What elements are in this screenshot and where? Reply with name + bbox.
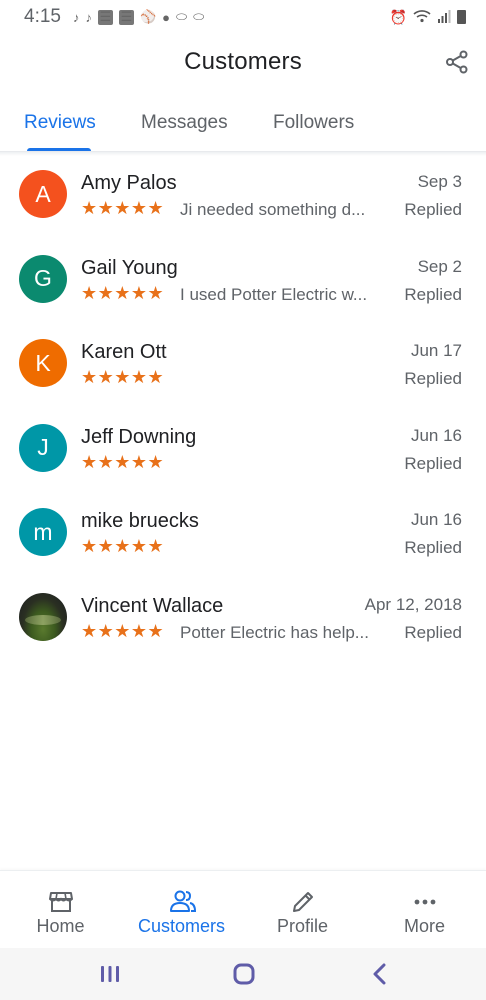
list-item[interactable]: K Karen Ott Jun 17 ★★★★★ Replied	[0, 325, 486, 410]
wifi-icon	[413, 9, 431, 26]
star-rating: ★★★★★	[81, 536, 165, 557]
football-icon: ⬭	[193, 9, 205, 24]
sport-icon: ⚾	[139, 9, 157, 24]
nav-item-customers[interactable]: Customers	[121, 871, 242, 949]
star-rating: ★★★★★	[81, 198, 165, 218]
review-date: Apr 12, 2018	[364, 594, 462, 614]
tab-bar: Reviews Messages Followers	[0, 98, 486, 152]
page-title: Customers	[184, 48, 302, 75]
reviewer-name: Vincent Wallace	[81, 594, 224, 617]
avatar: K	[19, 339, 67, 388]
home-button-icon[interactable]	[230, 960, 258, 988]
alarm-icon: ⏰	[389, 8, 407, 25]
tab-indicator	[27, 148, 91, 151]
system-icons: ⏰	[390, 9, 466, 26]
screen: 4:15 ♪ ♪ ☰ ☰ ⚾ ● ⬭ ⬭ ⏰ Customers Reviews…	[0, 0, 486, 1000]
avatar: m	[19, 508, 67, 557]
signal-icon	[437, 9, 451, 26]
nav-label: Profile	[276, 916, 329, 936]
bottom-navigation: Home Customers Profile More	[0, 870, 486, 948]
reviewer-name: Gail Young	[81, 256, 178, 279]
reply-status: Replied	[404, 622, 462, 642]
pencil-icon	[290, 889, 316, 915]
nav-item-profile[interactable]: Profile	[242, 871, 363, 949]
list-item[interactable]: G Gail Young Sep 2 ★★★★★ I used Potter E…	[0, 241, 486, 326]
review-snippet: Ji needed something d...	[180, 200, 366, 219]
tab-messages[interactable]: Messages	[141, 112, 228, 134]
star-rating: ★★★★★	[81, 282, 165, 303]
review-date: Sep 2	[417, 256, 462, 276]
review-date: Jun 17	[410, 341, 462, 361]
nav-label: More	[403, 916, 445, 936]
review-list: A Amy Palos Sep 3 ★★★★★ Ji needed someth…	[0, 156, 486, 664]
review-snippet: I used Potter Electric w...	[180, 284, 368, 304]
status-bar: 4:15 ♪ ♪ ☰ ☰ ⚾ ● ⬭ ⬭ ⏰	[0, 0, 486, 34]
status-time: 4:15	[24, 6, 61, 27]
reviewer-name: Amy Palos	[81, 172, 177, 194]
reply-status: Replied	[404, 284, 462, 304]
reviewer-name: Karen Ott	[81, 341, 167, 364]
nav-label: Home	[36, 916, 85, 936]
star-rating: ★★★★★	[81, 620, 165, 641]
people-icon	[169, 889, 196, 915]
share-icon[interactable]	[444, 49, 470, 75]
back-icon[interactable]	[366, 960, 394, 988]
reviewer-name: mike bruecks	[81, 510, 199, 533]
nav-item-home[interactable]: Home	[0, 871, 121, 949]
list-item[interactable]: m mike bruecks Jun 16 ★★★★★ Replied	[0, 494, 486, 579]
more-dots-icon	[412, 889, 438, 915]
star-rating: ★★★★★	[81, 367, 165, 388]
nav-item-more[interactable]: More	[364, 871, 485, 949]
app-notification-icon: ☰	[118, 9, 134, 25]
review-date: Jun 16	[410, 425, 462, 445]
tab-followers[interactable]: Followers	[273, 112, 354, 134]
list-item[interactable]: A Amy Palos Sep 3 ★★★★★ Ji needed someth…	[0, 156, 486, 241]
avatar: G	[19, 254, 67, 303]
notification-icons: ♪ ♪ ☰ ☰ ⚾ ● ⬭ ⬭	[73, 9, 204, 25]
reply-status: Replied	[404, 453, 462, 473]
list-item[interactable]: J Jeff Downing Jun 16 ★★★★★ Replied	[0, 410, 486, 495]
list-item[interactable]: Vincent Wallace Apr 12, 2018 ★★★★★ Potte…	[0, 579, 486, 664]
review-date: Sep 3	[417, 172, 462, 191]
review-date: Jun 16	[410, 510, 462, 530]
avatar	[19, 592, 67, 641]
reply-status: Replied	[404, 200, 462, 219]
storefront-icon	[48, 889, 74, 915]
tiktok-icon: ♪	[85, 9, 92, 25]
reviewer-name: Jeff Downing	[81, 425, 197, 448]
review-snippet: Potter Electric has help...	[180, 622, 369, 642]
star-rating: ★★★★★	[81, 451, 165, 472]
tiktok-icon: ♪	[72, 9, 80, 25]
reply-status: Replied	[404, 538, 462, 558]
avatar: J	[19, 423, 67, 472]
basketball-icon: ●	[162, 9, 171, 25]
app-bar: Customers	[0, 34, 486, 94]
avatar: A	[19, 170, 67, 218]
football-icon: ⬭	[176, 9, 188, 24]
nav-label: Customers	[137, 916, 226, 936]
system-navigation-bar	[0, 948, 486, 1000]
battery-icon	[457, 10, 466, 24]
app-notification-icon: ☰	[97, 9, 113, 25]
tab-reviews[interactable]: Reviews	[24, 112, 96, 134]
recent-apps-icon[interactable]	[96, 960, 124, 988]
reply-status: Replied	[404, 369, 462, 389]
